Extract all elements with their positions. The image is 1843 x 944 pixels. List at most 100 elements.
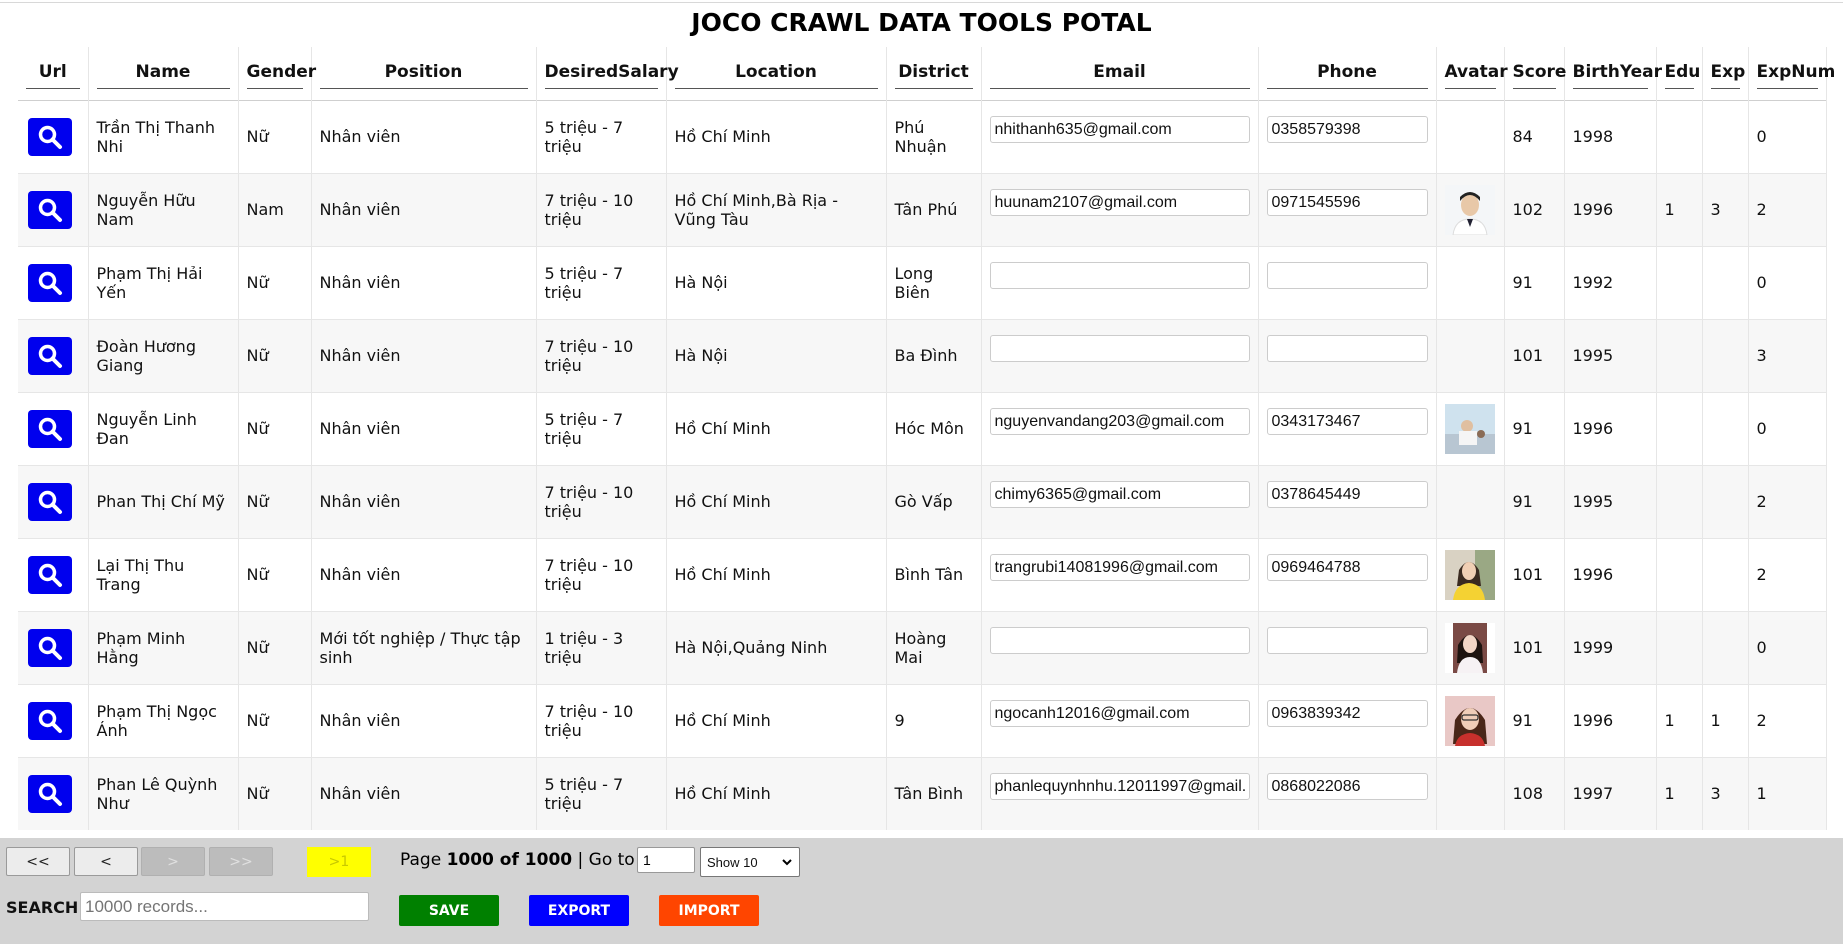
- show-count-value: Show 10: [707, 854, 758, 870]
- open-url-button[interactable]: [28, 701, 72, 740]
- phone-cell: [1258, 318, 1437, 392]
- current-page-button[interactable]: >1: [307, 847, 371, 877]
- goto-page-input[interactable]: [637, 847, 695, 873]
- score-cell: 84: [1504, 99, 1565, 173]
- exp-cell: [1702, 245, 1749, 319]
- phone-cell: [1258, 464, 1437, 538]
- open-url-button[interactable]: [28, 409, 72, 448]
- score-cell: 108: [1504, 756, 1565, 830]
- top-divider: [0, 2, 1843, 3]
- col-header-url: Url: [18, 47, 89, 100]
- phone-field[interactable]: [1266, 554, 1428, 581]
- col-header-location: Location: [666, 47, 887, 100]
- district-cell: Tân Phú: [886, 172, 982, 246]
- email-cell: [981, 99, 1259, 173]
- page-title: JOCO CRAWL DATA TOOLS POTAL: [691, 8, 1152, 37]
- edu-cell: [1656, 391, 1703, 465]
- phone-field[interactable]: [1266, 627, 1428, 654]
- score-cell: 101: [1504, 610, 1565, 684]
- phone-field[interactable]: [1266, 262, 1428, 289]
- birth-year-cell: 1995: [1564, 464, 1657, 538]
- open-url-button[interactable]: [28, 263, 72, 302]
- col-header-score: Score: [1504, 47, 1566, 100]
- table-row: Phạm Minh Hằng Nữ Mới tốt nghiệp / Thực tậ…: [18, 610, 1827, 684]
- name-cell: Trần Thị Thanh Nhi: [88, 99, 239, 173]
- score-cell: 101: [1504, 537, 1565, 611]
- desired-salary-cell: 7 triệu - 10 triệu: [536, 318, 667, 392]
- import-button[interactable]: IMPORT: [659, 895, 759, 926]
- email-field[interactable]: [989, 189, 1250, 216]
- exp-num-cell: 0: [1748, 245, 1827, 319]
- edu-cell: [1656, 464, 1703, 538]
- birth-year-cell: 1999: [1564, 610, 1657, 684]
- url-cell: [18, 537, 89, 611]
- open-url-button[interactable]: [28, 628, 72, 667]
- avatar: [1445, 695, 1495, 746]
- gender-cell: Nữ: [238, 756, 312, 830]
- gender-cell: Nữ: [238, 318, 312, 392]
- phone-field[interactable]: [1266, 700, 1428, 727]
- location-cell: Hà Nội,Quảng Ninh: [666, 610, 887, 684]
- desired-salary-cell: 7 triệu - 10 triệu: [536, 464, 667, 538]
- email-field[interactable]: [989, 773, 1250, 801]
- open-url-button[interactable]: [28, 117, 72, 156]
- candidates-table: Url Name Gender Position DesiredSalary L…: [18, 47, 1835, 830]
- first-page-button[interactable]: <<: [6, 847, 70, 876]
- birth-year-cell: 1995: [1564, 318, 1657, 392]
- email-field[interactable]: [989, 627, 1250, 654]
- phone-field[interactable]: [1266, 116, 1428, 143]
- exp-num-cell: 2: [1748, 464, 1827, 538]
- email-field[interactable]: [989, 408, 1250, 435]
- col-header-district: District: [886, 47, 982, 100]
- gender-cell: Nữ: [238, 683, 312, 757]
- position-cell: Nhân viên: [311, 391, 537, 465]
- phone-field[interactable]: [1266, 189, 1428, 216]
- last-page-button[interactable]: >>: [209, 847, 273, 876]
- email-field[interactable]: [989, 700, 1250, 727]
- score-cell: 102: [1504, 172, 1565, 246]
- search-icon: [37, 124, 63, 150]
- avatar-cell: [1436, 172, 1505, 246]
- url-cell: [18, 391, 89, 465]
- phone-field[interactable]: [1266, 335, 1428, 362]
- email-field[interactable]: [989, 262, 1250, 289]
- open-url-button[interactable]: [28, 336, 72, 375]
- name-cell: Nguyễn Linh Đan: [88, 391, 239, 465]
- email-field[interactable]: [989, 335, 1250, 362]
- next-page-button[interactable]: >: [141, 847, 205, 876]
- save-button[interactable]: SAVE: [399, 895, 499, 926]
- location-cell: Hồ Chí Minh,Bà Rịa - Vũng Tàu: [666, 172, 887, 246]
- email-cell: [981, 683, 1259, 757]
- table-row: Đoàn Hương Giang Nữ Nhân viên 7 triệu - 10 …: [18, 318, 1827, 392]
- phone-field[interactable]: [1266, 481, 1428, 508]
- open-url-button[interactable]: [28, 555, 72, 594]
- email-field[interactable]: [989, 554, 1250, 581]
- phone-field[interactable]: [1266, 408, 1428, 435]
- open-url-button[interactable]: [28, 774, 72, 813]
- prev-page-button[interactable]: <: [74, 847, 138, 876]
- email-cell: [981, 318, 1259, 392]
- district-cell: Gò Vấp: [886, 464, 982, 538]
- edu-cell: [1656, 99, 1703, 173]
- exp-cell: 3: [1702, 172, 1749, 246]
- location-cell: Hồ Chí Minh: [666, 537, 887, 611]
- avatar-cell: [1436, 756, 1505, 830]
- search-icon: [37, 343, 63, 369]
- avatar-cell: [1436, 245, 1505, 319]
- show-count-select[interactable]: Show 10: [700, 847, 800, 877]
- exp-cell: [1702, 99, 1749, 173]
- position-cell: Nhân viên: [311, 683, 537, 757]
- gender-cell: Nữ: [238, 537, 312, 611]
- phone-field[interactable]: [1266, 773, 1428, 801]
- table-row: Phan Thị Chí Mỹ Nữ Nhân viên 7 triệu - 10 t…: [18, 464, 1827, 538]
- location-cell: Hồ Chí Minh: [666, 464, 887, 538]
- email-field[interactable]: [989, 116, 1250, 143]
- search-input[interactable]: [80, 892, 369, 921]
- email-field[interactable]: [989, 481, 1250, 508]
- avatar: [1445, 549, 1495, 600]
- open-url-button[interactable]: [28, 190, 72, 229]
- export-button[interactable]: EXPORT: [529, 895, 629, 926]
- search-icon: [37, 562, 63, 588]
- name-cell: Đoàn Hương Giang: [88, 318, 239, 392]
- open-url-button[interactable]: [28, 482, 72, 521]
